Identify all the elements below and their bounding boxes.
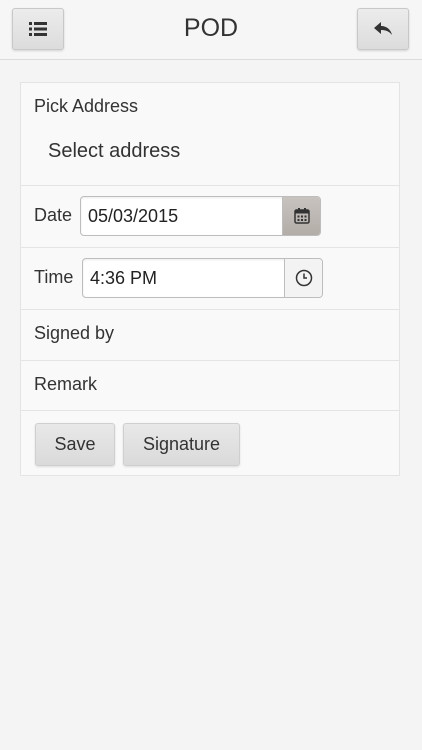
date-picker-button[interactable] [282, 197, 320, 235]
list-icon [29, 22, 47, 36]
time-row: Time 4:36 PM [21, 248, 399, 310]
time-picker-button[interactable] [284, 259, 322, 297]
time-input[interactable]: 4:36 PM [90, 268, 157, 289]
back-button[interactable] [357, 8, 409, 50]
menu-button[interactable] [12, 8, 64, 50]
date-label: Date [34, 205, 73, 225]
clock-icon [295, 269, 312, 287]
signature-button[interactable]: Signature [123, 423, 240, 466]
reply-arrow-icon [374, 22, 392, 35]
date-row: Date 05/03/2015 [21, 186, 399, 248]
calendar-icon [293, 208, 310, 224]
remark-row[interactable]: Remark [21, 361, 399, 411]
remark-label: Remark [34, 374, 98, 394]
signed-by-row[interactable]: Signed by [21, 310, 399, 361]
time-label: Time [34, 267, 74, 287]
pick-address-label: Pick Address [34, 96, 139, 116]
pick-address-row[interactable]: Pick Address Select address [21, 83, 399, 186]
page-title: POD [183, 14, 239, 42]
pick-address-select[interactable]: Select address [48, 140, 180, 163]
pod-form: Pick Address Select address Date 05/03/2… [20, 82, 400, 476]
date-field[interactable]: 05/03/2015 [80, 196, 321, 236]
signed-by-label: Signed by [34, 323, 115, 343]
time-field[interactable]: 4:36 PM [82, 258, 323, 298]
app-header: POD [0, 0, 422, 60]
save-button[interactable]: Save [35, 423, 115, 466]
date-input[interactable]: 05/03/2015 [88, 206, 178, 227]
